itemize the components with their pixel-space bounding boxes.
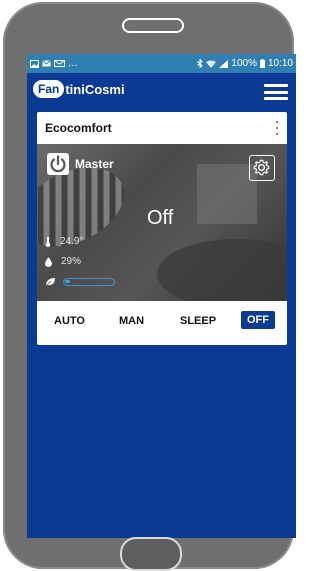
clock: 10:10	[267, 58, 293, 69]
zone-name: Master	[75, 157, 114, 171]
battery-icon	[259, 59, 265, 68]
humidity-reading: 29%	[45, 256, 81, 267]
humidity-value: 29%	[61, 256, 82, 267]
app-screen: … 100% 10:10 Fan tiniCosmi Ecocomfort Ma…	[27, 54, 296, 538]
eco-level-fill	[65, 280, 70, 283]
thermostat-state: Off	[147, 207, 174, 229]
battery-percent: 100%	[231, 58, 257, 69]
more-options-icon[interactable]	[275, 121, 279, 135]
mode-off-button[interactable]: OFF	[241, 311, 275, 329]
eco-level-bar	[63, 278, 115, 286]
logo-text: tiniCosmi	[65, 81, 125, 97]
temperature-reading: 24.9°	[45, 236, 83, 247]
home-button[interactable]	[120, 537, 182, 571]
hamburger-menu-icon[interactable]	[264, 84, 288, 100]
mode-auto-button[interactable]: AUTO	[54, 315, 85, 327]
thermostat-card: Ecocomfort Master Off 24.9° 29% AUTO MAN…	[37, 112, 287, 345]
voicemail-icon	[54, 60, 65, 67]
zone-panel[interactable]: Master Off 24.9° 29%	[37, 144, 287, 301]
phone-frame: … 100% 10:10 Fan tiniCosmi Ecocomfort Ma…	[3, 2, 296, 571]
leaf-icon	[45, 278, 55, 287]
water-drop-icon	[45, 256, 52, 267]
mode-man-button[interactable]: MAN	[119, 315, 144, 327]
speaker-grille	[122, 18, 184, 33]
signal-icon	[219, 59, 229, 68]
bluetooth-icon	[197, 59, 204, 68]
power-button[interactable]	[47, 153, 69, 175]
background-window	[197, 164, 257, 224]
settings-button[interactable]	[249, 155, 275, 181]
mode-selector: AUTO MAN SLEEP OFF	[37, 301, 287, 345]
gear-icon	[253, 159, 270, 176]
mode-sleep-button[interactable]: SLEEP	[180, 315, 216, 327]
card-header: Ecocomfort	[37, 112, 287, 144]
notification-ellipsis: …	[68, 58, 78, 69]
temperature-value: 24.9°	[60, 236, 84, 247]
image-icon	[30, 59, 39, 68]
fantinicosmi-logo: Fan tiniCosmi	[33, 80, 125, 98]
mail-icon	[42, 60, 51, 67]
app-bar: Fan tiniCosmi	[27, 73, 296, 111]
status-bar: … 100% 10:10	[27, 54, 296, 73]
card-title: Ecocomfort	[45, 121, 112, 135]
logo-badge: Fan	[33, 80, 65, 98]
power-icon	[50, 155, 66, 173]
thermometer-icon	[45, 236, 51, 247]
wifi-icon	[206, 60, 217, 68]
